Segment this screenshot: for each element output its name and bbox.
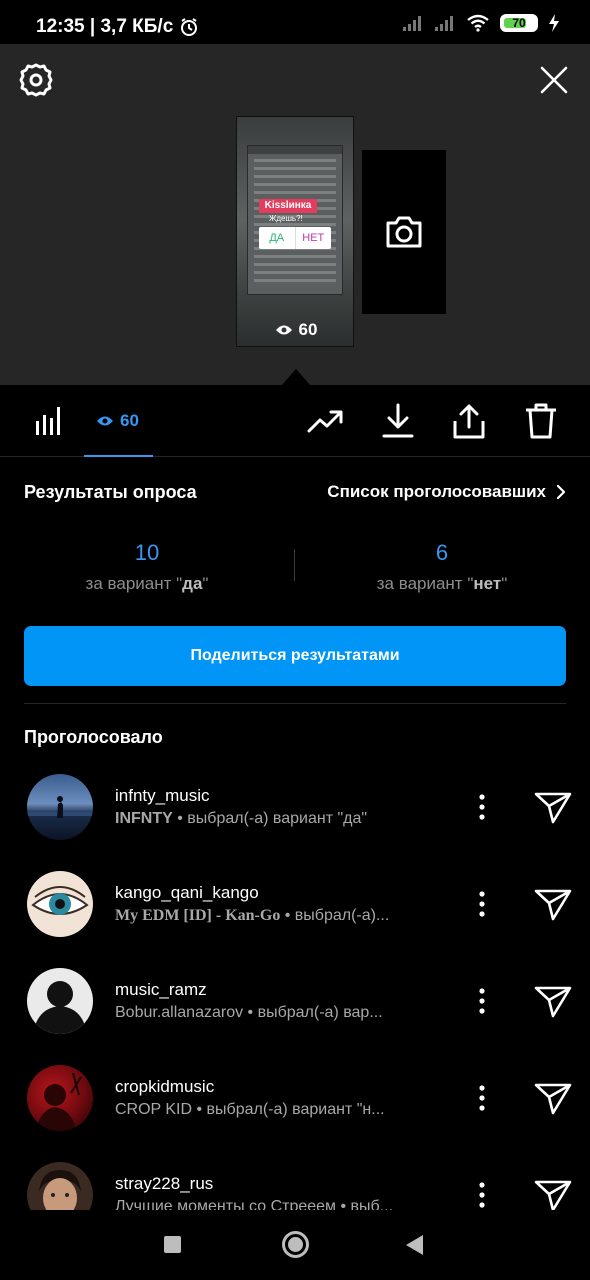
voter-name: CROP KID (115, 1101, 193, 1118)
voter-name: My EDM [ID] - Kan-Go (115, 907, 281, 924)
poll-result-no-prefix: за вариант " (376, 574, 474, 593)
results-divider (294, 549, 295, 581)
voter-action: • выбрал(-а)... (280, 907, 390, 924)
voter-row[interactable]: cropkidmusic CROP KID • выбрал(-а) вариа… (0, 1065, 590, 1145)
voter-username[interactable]: kango_qani_kango (115, 883, 259, 903)
poll-option-yes: ДА (259, 227, 296, 249)
send-icon[interactable] (534, 790, 572, 824)
more-vertical-icon[interactable] (470, 1083, 494, 1113)
settings-icon[interactable] (18, 62, 54, 98)
poll-sticker: ДА НЕТ (259, 227, 331, 249)
battery-indicator: 70 (500, 14, 538, 32)
add-story-camera-button[interactable] (362, 150, 446, 314)
send-icon[interactable] (534, 1178, 572, 1212)
status-time: 12:35 | 3,7 КБ/с (36, 16, 174, 37)
poll-option-no: НЕТ (302, 232, 325, 244)
selected-story-indicator (282, 369, 310, 385)
thumbnail-views: 60 (237, 320, 353, 340)
voter-row[interactable]: kango_qani_kango My EDM [ID] - Kan-Go • … (0, 871, 590, 951)
poll-sticker-question: Ждешь?! (269, 214, 303, 223)
battery-level: 70 (512, 16, 526, 30)
poll-results-header: Результаты опроса Список проголосовавших (24, 482, 566, 506)
voter-action: • выбрал(-а) вар... (243, 1004, 383, 1021)
voter-choice: Bobur.allanazarov • выбрал(-а) вар... (115, 1004, 425, 1022)
more-vertical-icon[interactable] (470, 986, 494, 1016)
voter-username[interactable]: cropkidmusic (115, 1077, 214, 1097)
voters-list-link[interactable]: Список проголосовавших (327, 482, 566, 502)
poll-result-no-option: нет (473, 574, 502, 593)
poll-result-no-suffix: " (501, 574, 508, 593)
close-icon[interactable] (536, 62, 572, 98)
tab-viewers[interactable]: 60 (96, 411, 139, 431)
send-icon[interactable] (534, 984, 572, 1018)
more-vertical-icon[interactable] (470, 792, 494, 822)
thumbnail-views-count: 60 (298, 320, 318, 339)
wifi-icon (467, 14, 489, 32)
system-navigation-bar (0, 1210, 590, 1280)
alarm-icon (181, 18, 198, 36)
avatar[interactable] (27, 871, 93, 937)
insights-tabs: 60 (0, 385, 590, 457)
avatar[interactable] (27, 968, 93, 1034)
back-button[interactable] (406, 1235, 423, 1255)
trending-icon[interactable] (307, 403, 343, 439)
voter-name: INFNTY (115, 810, 173, 827)
poll-result-yes-suffix: " (202, 574, 209, 593)
status-left: 12:35 | 3,7 КБ/с (36, 16, 199, 38)
voter-name: Bobur.allanazarov (115, 1004, 244, 1021)
poll-result-yes: 10 за вариант "да" (12, 540, 282, 594)
tab-viewers-count: 60 (120, 411, 139, 430)
charging-icon (549, 14, 559, 32)
send-icon[interactable] (534, 887, 572, 921)
status-bar: 12:35 | 3,7 КБ/с 70 (0, 0, 590, 44)
download-icon[interactable] (380, 403, 416, 439)
poll-result-no: 6 за вариант "нет" (307, 540, 577, 594)
poll-result-yes-count: 10 (134, 540, 160, 565)
bar-chart-icon[interactable] (34, 407, 64, 435)
voter-username[interactable]: infnty_music (115, 786, 209, 806)
voter-username[interactable]: stray228_rus (115, 1174, 213, 1194)
voter-action: • выбрал(-а) вариант "н... (192, 1101, 385, 1118)
voters-list-link-label: Список проголосовавших (327, 482, 546, 501)
signal-icon (403, 16, 421, 31)
section-divider (24, 703, 566, 704)
eye-icon (275, 325, 292, 335)
voter-row[interactable]: infnty_music INFNTY • выбрал(-а) вариант… (0, 774, 590, 854)
voter-username[interactable]: music_ramz (115, 980, 207, 1000)
share-icon[interactable] (451, 403, 487, 439)
more-vertical-icon[interactable] (470, 889, 494, 919)
voters-section-title: Проголосовало (24, 727, 163, 747)
voter-choice: INFNTY • выбрал(-а) вариант "да" (115, 810, 425, 828)
chevron-right-icon (556, 484, 566, 500)
camera-icon (386, 216, 422, 248)
poll-result-yes-option: да (182, 574, 203, 593)
trash-icon[interactable] (523, 403, 559, 439)
active-tab-underline (84, 455, 153, 457)
send-icon[interactable] (534, 1081, 572, 1115)
more-vertical-icon[interactable] (470, 1180, 494, 1210)
share-results-button[interactable]: Поделиться результатами (24, 626, 566, 686)
poll-result-no-label: за вариант "нет" (307, 574, 577, 594)
avatar[interactable] (27, 1065, 93, 1131)
poll-result-no-count: 6 (435, 540, 449, 565)
poll-sticker-title: Kisslинка (259, 199, 317, 213)
poll-result-yes-prefix: за вариант " (85, 574, 183, 593)
recent-apps-button[interactable] (164, 1236, 181, 1253)
avatar[interactable] (27, 774, 93, 840)
story-thumbnail[interactable]: Kisslинка Ждешь?! ДА НЕТ 60 (236, 116, 354, 347)
signal-2-icon (435, 16, 453, 31)
voter-row[interactable]: music_ramz Bobur.allanazarov • выбрал(-а… (0, 968, 590, 1048)
eye-icon (97, 416, 113, 426)
home-button[interactable] (282, 1231, 309, 1258)
voter-choice: My EDM [ID] - Kan-Go • выбрал(-а)... (115, 907, 425, 925)
status-right: 70 (402, 14, 560, 32)
poll-results-title: Результаты опроса (24, 482, 197, 502)
poll-result-yes-label: за вариант "да" (12, 574, 282, 594)
voter-choice: CROP KID • выбрал(-а) вариант "н... (115, 1101, 425, 1119)
voter-action: • выбрал(-а) вариант "да" (172, 810, 368, 827)
